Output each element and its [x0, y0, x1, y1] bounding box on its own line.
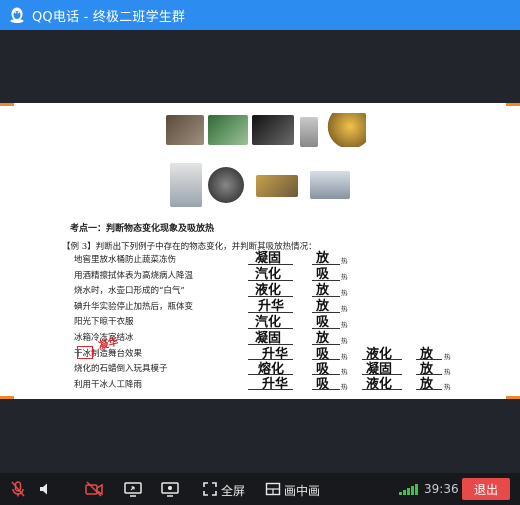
heat-suffix: 热 [444, 383, 451, 391]
answer-underline [312, 374, 340, 375]
answer-underline [416, 389, 442, 390]
fullscreen-icon[interactable] [200, 479, 220, 499]
camera-off-icon[interactable] [84, 479, 104, 499]
answer-underline [362, 359, 402, 360]
video-bottom-padding [0, 399, 520, 473]
qq-logo-icon [10, 7, 24, 23]
answer-underline [362, 389, 402, 390]
heat-suffix: 热 [444, 353, 451, 361]
pip-label[interactable]: 画中画 [284, 482, 320, 499]
pip-icon[interactable] [263, 479, 283, 499]
question-row: 冰箱冷冻室结冰 [74, 332, 134, 343]
question-row: 地窖里放水桶防止蔬菜冻伤 [74, 255, 177, 265]
frame-corner-marker [0, 103, 14, 106]
answer-underline [248, 312, 293, 313]
answer-underline [416, 359, 442, 360]
heat-suffix: 热 [444, 368, 451, 376]
answer-underline [312, 328, 340, 329]
question-row: 利用干冰人工降雨 [74, 379, 143, 390]
answer-underline [312, 389, 340, 390]
answer-underline [248, 359, 293, 360]
red-annotation-box [77, 346, 93, 359]
heat-suffix: 热 [341, 273, 348, 281]
section-title: 考点一：判断物态变化现象及吸放热 [70, 224, 215, 234]
title-bar: QQ电话 - 终极二班学生群 [0, 0, 520, 30]
speaker-icon[interactable] [36, 479, 56, 499]
question-row: 用酒精擦拭体表为高烧病人降温 [74, 270, 194, 281]
answer-underline [248, 328, 293, 329]
answer-underline [248, 344, 293, 345]
illustration-image [326, 113, 366, 147]
answer-underline [416, 374, 442, 375]
answer-underline [312, 264, 340, 265]
screen-share-icon[interactable] [123, 479, 143, 499]
heat-suffix: 热 [341, 337, 348, 345]
answer-underline [312, 312, 340, 313]
answer-underline [312, 359, 340, 360]
question-row: 烧化的石蜡倒入玩具模子 [74, 364, 168, 375]
signal-strength-icon [399, 484, 418, 495]
heat-suffix: 热 [341, 353, 348, 361]
illustration-grid [160, 105, 370, 215]
presentation-icon[interactable] [160, 479, 180, 499]
illustration-image [170, 163, 202, 207]
heat-suffix: 热 [341, 368, 348, 376]
illustration-image [208, 167, 244, 203]
answer-underline [248, 389, 293, 390]
answer-underline [248, 264, 293, 265]
heat-suffix: 热 [341, 383, 348, 391]
illustration-image [310, 171, 350, 199]
microphone-muted-icon[interactable] [8, 479, 28, 499]
heat-suffix: 热 [341, 257, 348, 265]
question-row: 阳光下晾干衣服 [74, 317, 134, 328]
question-list: 地窖里放水桶防止蔬菜冻伤 用酒精擦拭体表为高烧病人降温 烧水时，水壶口形成的“白… [74, 253, 193, 393]
answer-underline [248, 280, 293, 281]
answer-underline [312, 280, 340, 281]
question-row: 碘升华实验停止加热后，瓶体变 [74, 301, 194, 312]
answer-underline [312, 296, 340, 297]
illustration-image [166, 115, 204, 145]
heat-suffix: 热 [341, 321, 348, 329]
call-timer: 39:36 [424, 482, 459, 496]
illustration-image [208, 115, 248, 145]
answer-underline [362, 374, 402, 375]
heat-suffix: 热 [341, 305, 348, 313]
fullscreen-label[interactable]: 全屏 [221, 482, 245, 499]
answer-underline [248, 296, 293, 297]
exit-button[interactable]: 退出 [462, 478, 510, 500]
answer-underline [312, 344, 340, 345]
call-toolbar: 全屏 画中画 39:36 退出 [0, 473, 520, 505]
video-top-padding [0, 30, 520, 103]
answer-underline [248, 374, 293, 375]
illustration-image [252, 115, 294, 145]
illustration-image [300, 117, 318, 147]
shared-screen: 考点一：判断物态变化现象及吸放热 【例 3】判断出下列例子中存在的物态变化，并判… [0, 103, 520, 399]
illustration-image [256, 175, 298, 197]
question-row: 烧水时，水壶口形成的“白气” [74, 286, 185, 297]
frame-corner-marker [506, 103, 520, 106]
heat-suffix: 热 [341, 289, 348, 297]
window-title: QQ电话 - 终极二班学生群 [32, 9, 186, 25]
